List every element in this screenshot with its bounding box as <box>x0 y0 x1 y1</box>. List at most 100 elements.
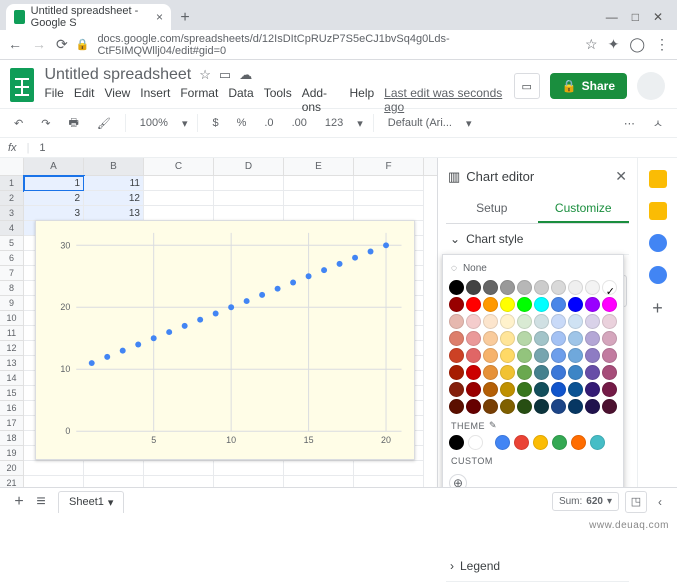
menu-file[interactable]: File <box>44 86 63 114</box>
toolbar-more-button[interactable]: ⋯ <box>620 115 639 132</box>
back-icon[interactable]: ← <box>8 36 22 53</box>
theme-swatch[interactable] <box>533 435 548 450</box>
cell[interactable] <box>24 461 84 476</box>
color-swatch[interactable] <box>500 382 515 397</box>
tab-setup[interactable]: Setup <box>446 195 538 223</box>
color-swatch[interactable] <box>568 365 583 380</box>
color-swatch[interactable] <box>602 331 617 346</box>
new-tab-button[interactable]: + <box>173 6 197 30</box>
color-swatch[interactable] <box>483 382 498 397</box>
tasks-addon-icon[interactable] <box>649 234 667 252</box>
color-swatch[interactable] <box>585 348 600 363</box>
row-header[interactable]: 4 <box>0 221 24 236</box>
menu-data[interactable]: Data <box>228 86 253 114</box>
row-header[interactable]: 3 <box>0 206 24 221</box>
select-all-corner[interactable] <box>0 158 24 176</box>
menu-help[interactable]: Help <box>349 86 374 114</box>
col-header[interactable]: B <box>84 158 144 175</box>
row-header[interactable]: 5 <box>0 236 24 251</box>
menu-tools[interactable]: Tools <box>264 86 292 114</box>
row-header[interactable]: 18 <box>0 431 24 446</box>
cell[interactable] <box>84 461 144 476</box>
quicksum-box[interactable]: Sum: 620 ▾ <box>552 492 619 511</box>
inc-decimal-button[interactable]: .00 <box>288 115 311 131</box>
color-swatch[interactable] <box>449 399 464 414</box>
add-addon-button[interactable]: + <box>652 298 663 319</box>
color-swatch[interactable] <box>500 365 515 380</box>
color-swatch[interactable] <box>466 399 481 414</box>
cell[interactable] <box>144 176 214 191</box>
theme-swatch[interactable] <box>449 435 464 450</box>
pencil-icon[interactable]: ✎ <box>489 420 497 431</box>
close-sidebar-button[interactable]: ✕ <box>615 168 627 185</box>
move-icon[interactable]: ▭ <box>219 67 231 83</box>
color-swatch[interactable] <box>534 348 549 363</box>
color-swatch[interactable] <box>500 348 515 363</box>
profile-icon[interactable]: ◯ <box>629 36 645 53</box>
color-swatch[interactable] <box>449 382 464 397</box>
color-swatch[interactable] <box>517 331 532 346</box>
color-swatch[interactable] <box>483 297 498 312</box>
color-swatch[interactable] <box>449 297 464 312</box>
color-swatch[interactable] <box>449 314 464 329</box>
more-formats-button[interactable]: 123 <box>321 115 347 131</box>
color-swatch[interactable] <box>551 280 566 295</box>
color-swatch[interactable] <box>585 365 600 380</box>
color-swatch[interactable] <box>551 331 566 346</box>
color-swatch[interactable] <box>568 399 583 414</box>
theme-swatch[interactable] <box>495 435 510 450</box>
browser-tab[interactable]: Untitled spreadsheet - Google S × <box>6 4 171 30</box>
row-header[interactable]: 10 <box>0 311 24 326</box>
color-swatch[interactable] <box>517 280 532 295</box>
font-select[interactable]: Default (Ari... <box>384 115 456 131</box>
row-header[interactable]: 15 <box>0 386 24 401</box>
col-header[interactable]: D <box>214 158 284 175</box>
color-swatch[interactable] <box>483 348 498 363</box>
color-swatch[interactable] <box>568 331 583 346</box>
row-header[interactable]: 11 <box>0 326 24 341</box>
cell[interactable]: 12 <box>84 191 144 206</box>
cell[interactable] <box>144 191 214 206</box>
row-header[interactable]: 9 <box>0 296 24 311</box>
color-swatch[interactable] <box>585 399 600 414</box>
color-swatch[interactable] <box>517 382 532 397</box>
star-doc-icon[interactable]: ☆ <box>199 67 211 83</box>
color-swatch[interactable] <box>602 297 617 312</box>
cell[interactable]: 2 <box>24 191 84 206</box>
row-header[interactable]: 14 <box>0 371 24 386</box>
menu-add-ons[interactable]: Add-ons <box>302 86 340 114</box>
row-header[interactable]: 1 <box>0 176 24 191</box>
theme-swatch[interactable] <box>590 435 605 450</box>
color-swatch[interactable] <box>517 297 532 312</box>
cell[interactable] <box>354 206 424 221</box>
menu-edit[interactable]: Edit <box>74 86 95 114</box>
cell[interactable] <box>144 206 214 221</box>
color-swatch[interactable] <box>500 331 515 346</box>
close-window-button[interactable]: ✕ <box>653 10 663 24</box>
row-header[interactable]: 8 <box>0 281 24 296</box>
color-swatch[interactable] <box>449 365 464 380</box>
cell[interactable] <box>284 191 354 206</box>
color-none-option[interactable]: ◌ None <box>449 261 617 280</box>
row-header[interactable]: 16 <box>0 401 24 416</box>
row-header[interactable]: 19 <box>0 446 24 461</box>
print-button[interactable]: 🖶 <box>64 112 82 135</box>
color-swatch[interactable] <box>517 399 532 414</box>
doc-title[interactable]: Untitled spreadsheet <box>44 66 191 84</box>
color-swatch[interactable] <box>585 297 600 312</box>
row-header[interactable]: 20 <box>0 461 24 476</box>
cell[interactable]: 13 <box>84 206 144 221</box>
collapse-toolbar-button[interactable]: ㅅ <box>649 113 667 133</box>
forward-icon[interactable]: → <box>32 36 46 53</box>
formula-input[interactable]: 1 <box>39 142 45 154</box>
color-swatch[interactable] <box>466 382 481 397</box>
color-swatch[interactable] <box>466 365 481 380</box>
color-swatch[interactable] <box>551 399 566 414</box>
tab-customize[interactable]: Customize <box>538 195 630 223</box>
menu-view[interactable]: View <box>105 86 131 114</box>
cell[interactable] <box>214 461 284 476</box>
theme-swatch[interactable] <box>514 435 529 450</box>
cell[interactable] <box>284 461 354 476</box>
minimize-button[interactable]: — <box>606 10 618 24</box>
cloud-icon[interactable]: ☁ <box>239 67 252 83</box>
